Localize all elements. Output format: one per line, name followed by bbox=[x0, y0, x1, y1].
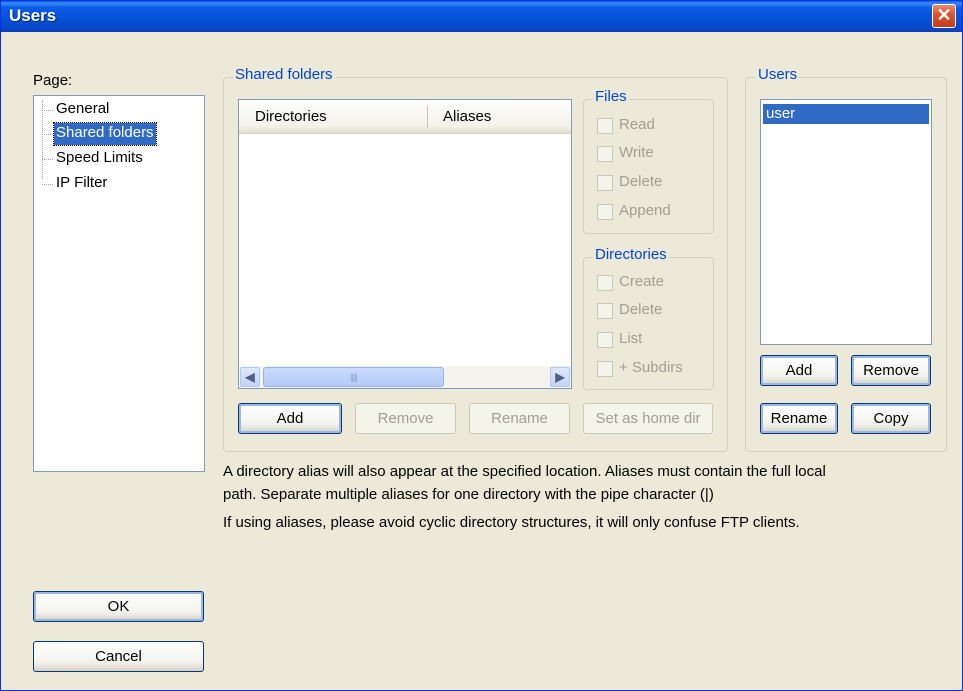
checkbox-box bbox=[597, 118, 613, 134]
tree-item-ip-filter[interactable]: IP Filter bbox=[54, 173, 109, 195]
tree-connector bbox=[42, 100, 43, 179]
create-label: Create bbox=[619, 273, 665, 290]
set-home-dir-label: Set as home dir bbox=[595, 410, 701, 427]
tree-connector bbox=[42, 134, 53, 135]
checkbox-box bbox=[597, 204, 613, 220]
delete-file-label: Delete bbox=[619, 173, 663, 190]
close-button[interactable]: ✕ bbox=[932, 4, 956, 28]
read-label: Read bbox=[619, 116, 655, 133]
grip-icon: ||||| bbox=[350, 372, 358, 382]
horizontal-scrollbar[interactable]: ◀ ||||| ▶ bbox=[239, 366, 571, 388]
user-rename-label: Rename bbox=[770, 410, 828, 427]
users-list[interactable]: user bbox=[760, 99, 932, 345]
folder-remove-label: Remove bbox=[377, 410, 434, 427]
tree-connector bbox=[42, 184, 53, 185]
column-divider[interactable] bbox=[427, 106, 428, 128]
user-add-label: Add bbox=[785, 362, 813, 379]
page-label: Page: bbox=[33, 72, 73, 89]
tree-item-shared-folders[interactable]: Shared folders bbox=[53, 122, 157, 146]
checkbox-box bbox=[597, 303, 613, 319]
tree-connector bbox=[42, 159, 53, 160]
folder-add-button[interactable]: Add bbox=[238, 403, 342, 434]
title-bar[interactable]: Users ✕ bbox=[1, 1, 962, 32]
folder-remove-button[interactable]: Remove bbox=[355, 403, 456, 434]
list-label: List bbox=[619, 330, 643, 347]
chevron-left-icon[interactable]: ◀ bbox=[240, 367, 260, 387]
shared-folders-list[interactable]: Directories Aliases ◀ ||||| ▶ bbox=[238, 99, 572, 389]
files-title: Files bbox=[593, 88, 629, 105]
list-item[interactable]: user bbox=[763, 104, 929, 124]
user-add-button[interactable]: Add bbox=[760, 355, 838, 386]
write-label: Write bbox=[619, 144, 654, 161]
user-copy-label: Copy bbox=[873, 410, 909, 427]
close-icon: ✕ bbox=[936, 5, 952, 25]
users-dialog: Users ✕ Page: General Shared folders Spe… bbox=[0, 0, 963, 691]
scroll-thumb[interactable]: ||||| bbox=[263, 367, 444, 387]
column-directories[interactable]: Directories bbox=[255, 108, 327, 125]
alias-info-line3: If using aliases, please avoid cyclic di… bbox=[223, 514, 800, 531]
checkbox-box bbox=[597, 332, 613, 348]
users-title: Users bbox=[756, 66, 800, 83]
folder-add-label: Add bbox=[276, 410, 304, 427]
user-remove-button[interactable]: Remove bbox=[851, 355, 931, 386]
user-copy-button[interactable]: Copy bbox=[851, 403, 931, 434]
cancel-label: Cancel bbox=[95, 648, 142, 665]
ok-button[interactable]: OK bbox=[33, 591, 204, 622]
list-header: Directories Aliases bbox=[239, 100, 571, 134]
checkbox-box bbox=[597, 275, 613, 291]
set-home-dir-button[interactable]: Set as home dir bbox=[583, 403, 713, 434]
checkbox-box bbox=[597, 146, 613, 162]
user-remove-label: Remove bbox=[863, 362, 919, 379]
tree-item-speed-limits[interactable]: Speed Limits bbox=[54, 148, 145, 170]
cancel-button[interactable]: Cancel bbox=[33, 641, 204, 672]
checkbox-box bbox=[597, 361, 613, 377]
tree-item-general[interactable]: General bbox=[54, 99, 111, 121]
checkbox-box bbox=[597, 175, 613, 191]
ok-label: OK bbox=[107, 598, 130, 615]
shared-folders-title: Shared folders bbox=[233, 66, 335, 83]
alias-info-line1: A directory alias will also appear at th… bbox=[223, 463, 826, 480]
tree-connector bbox=[42, 110, 53, 111]
column-aliases[interactable]: Aliases bbox=[443, 108, 491, 125]
delete-dir-label: Delete bbox=[619, 301, 663, 318]
chevron-right-icon[interactable]: ▶ bbox=[550, 367, 570, 387]
folder-rename-button[interactable]: Rename bbox=[469, 403, 570, 434]
append-label: Append bbox=[619, 202, 671, 219]
window-title: Users bbox=[9, 6, 57, 25]
alias-info-line2: path. Separate multiple aliases for one … bbox=[223, 486, 714, 503]
page-tree: General Shared folders Speed Limits IP F… bbox=[33, 95, 205, 472]
subdirs-label: + Subdirs bbox=[619, 359, 683, 376]
directories-title: Directories bbox=[593, 246, 669, 263]
folder-rename-label: Rename bbox=[491, 410, 548, 427]
user-rename-button[interactable]: Rename bbox=[760, 403, 838, 434]
